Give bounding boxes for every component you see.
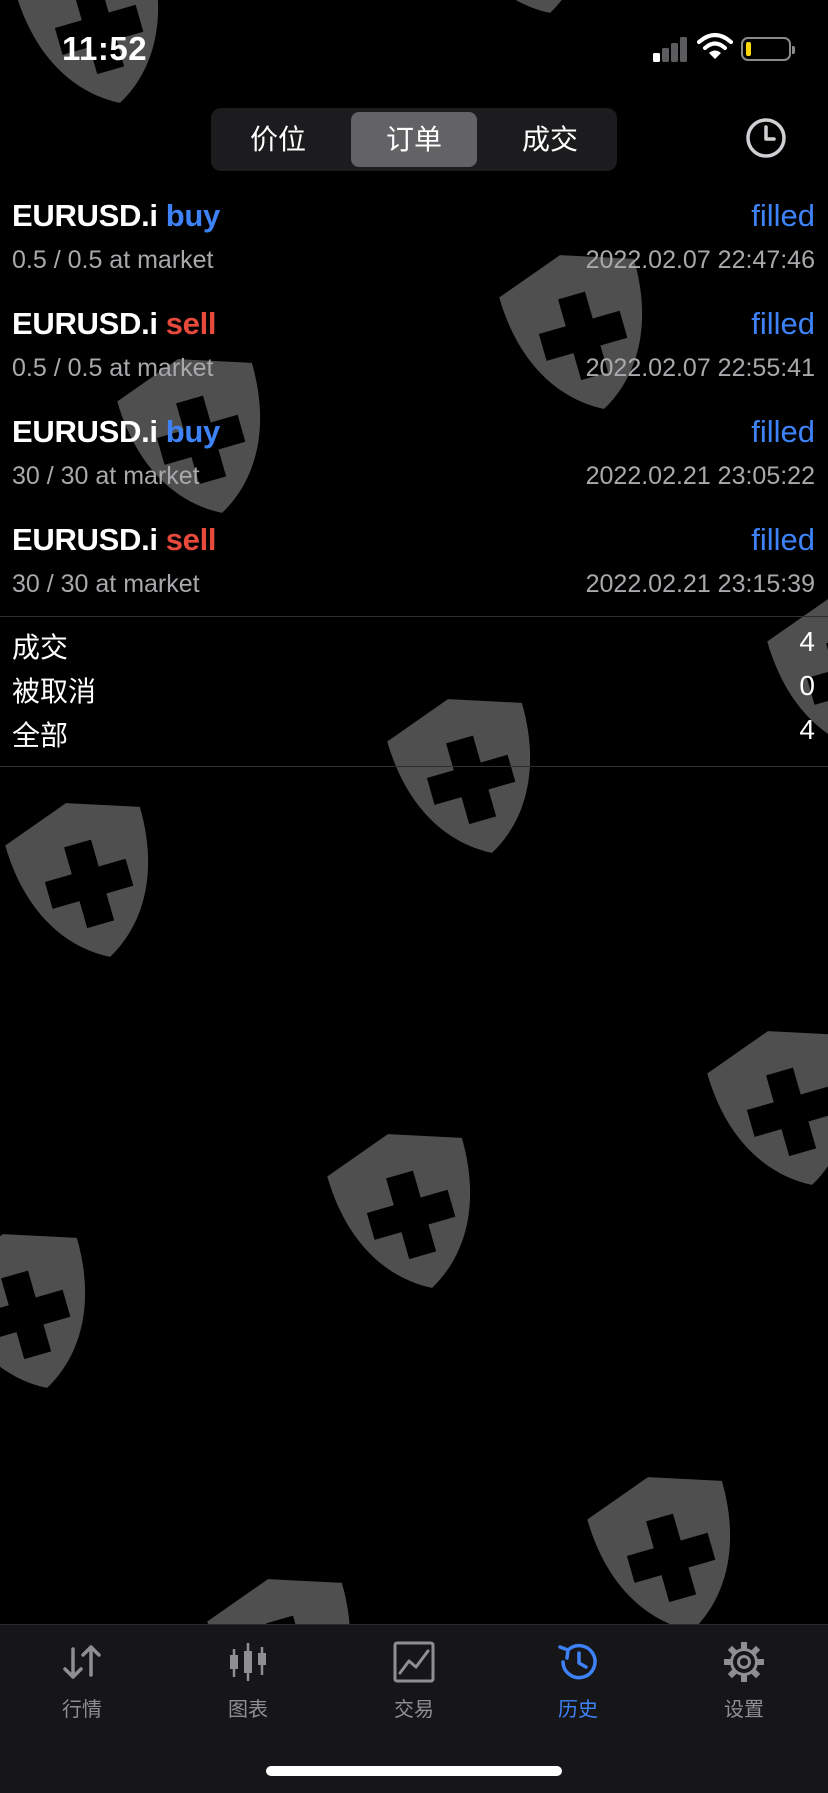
tab-label: 设置 bbox=[724, 1699, 764, 1721]
arrows-updown-icon bbox=[63, 1645, 101, 1679]
order-symbol: EURUSD.i bbox=[12, 198, 158, 233]
order-volume: 0.5 / 0.5 at market bbox=[12, 354, 214, 382]
order-symbol: EURUSD.i bbox=[12, 522, 158, 557]
tab-charts[interactable]: 图表 bbox=[188, 1639, 308, 1722]
order-side: sell bbox=[165, 522, 217, 557]
orders-summary: 成交 4 被取消 0 全部 4 bbox=[0, 622, 828, 754]
order-side: buy bbox=[165, 414, 221, 449]
order-status: filled bbox=[751, 522, 815, 557]
summary-row-cancelled: 被取消 0 bbox=[0, 666, 828, 710]
order-time: 2022.02.21 23:05:22 bbox=[585, 462, 815, 490]
tab-settings[interactable]: 设置 bbox=[684, 1639, 804, 1722]
order-side: buy bbox=[165, 198, 221, 233]
order-row[interactable]: EURUSD.i sell filled 0.5 / 0.5 at market … bbox=[0, 298, 828, 406]
order-row[interactable]: EURUSD.i buy filled 30 / 30 at market 202… bbox=[0, 406, 828, 514]
status-time: 11:52 bbox=[62, 30, 148, 67]
shield-watermark-icon bbox=[327, 1134, 471, 1288]
gear-icon bbox=[724, 1642, 764, 1682]
candlestick-icon bbox=[230, 1643, 266, 1681]
trade-chart-icon bbox=[393, 1641, 435, 1683]
segment-orders[interactable]: 订单 bbox=[351, 112, 477, 167]
shield-watermark-icon bbox=[707, 1031, 828, 1185]
order-volume: 0.5 / 0.5 at market bbox=[12, 246, 214, 274]
tab-quotes[interactable]: 行情 bbox=[22, 1639, 142, 1722]
summary-label: 成交 bbox=[12, 632, 69, 663]
cellular-signal-icon bbox=[651, 34, 691, 62]
summary-row-total: 全部 4 bbox=[0, 710, 828, 754]
battery-icon bbox=[741, 37, 795, 61]
order-side: sell bbox=[165, 306, 217, 341]
order-volume: 30 / 30 at market bbox=[12, 570, 200, 598]
summary-count: 0 bbox=[799, 670, 815, 701]
home-indicator[interactable] bbox=[266, 1766, 562, 1776]
summary-row-filled: 成交 4 bbox=[0, 622, 828, 666]
order-volume: 30 / 30 at market bbox=[12, 462, 200, 490]
shield-watermark-icon bbox=[0, 1234, 86, 1388]
summary-count: 4 bbox=[799, 714, 815, 745]
tab-label: 历史 bbox=[558, 1699, 598, 1721]
order-type-segmented-control: 价位 订单 成交 bbox=[211, 108, 617, 171]
tab-label: 图表 bbox=[228, 1699, 268, 1721]
divider bbox=[0, 766, 828, 767]
order-status: filled bbox=[751, 306, 815, 341]
history-icon bbox=[558, 1643, 597, 1680]
status-bar: 11:52 bbox=[0, 0, 828, 100]
tab-label: 交易 bbox=[394, 1699, 434, 1721]
summary-label: 全部 bbox=[12, 720, 69, 751]
tab-label: 行情 bbox=[62, 1699, 102, 1721]
summary-count: 4 bbox=[799, 626, 815, 657]
clock-icon[interactable] bbox=[745, 117, 787, 159]
tab-trade[interactable]: 交易 bbox=[354, 1639, 474, 1722]
segment-deals[interactable]: 成交 bbox=[487, 112, 613, 167]
divider bbox=[0, 616, 828, 617]
order-row[interactable]: EURUSD.i buy filled 0.5 / 0.5 at market 2… bbox=[0, 190, 828, 298]
order-status: filled bbox=[751, 198, 815, 233]
order-row[interactable]: EURUSD.i sell filled 30 / 30 at market 20… bbox=[0, 514, 828, 622]
shield-watermark-icon bbox=[5, 803, 149, 957]
order-symbol: EURUSD.i bbox=[12, 414, 158, 449]
order-time: 2022.02.07 22:47:46 bbox=[585, 246, 815, 274]
order-symbol: EURUSD.i bbox=[12, 306, 158, 341]
wifi-icon bbox=[697, 33, 733, 59]
orders-list: EURUSD.i buy filled 0.5 / 0.5 at market 2… bbox=[0, 190, 828, 622]
summary-label: 被取消 bbox=[12, 676, 97, 707]
tab-history[interactable]: 历史 bbox=[518, 1639, 638, 1722]
order-status: filled bbox=[751, 414, 815, 449]
order-time: 2022.02.21 23:15:39 bbox=[585, 570, 815, 598]
order-time: 2022.02.07 22:55:41 bbox=[585, 354, 815, 382]
segment-price[interactable]: 价位 bbox=[215, 112, 341, 167]
